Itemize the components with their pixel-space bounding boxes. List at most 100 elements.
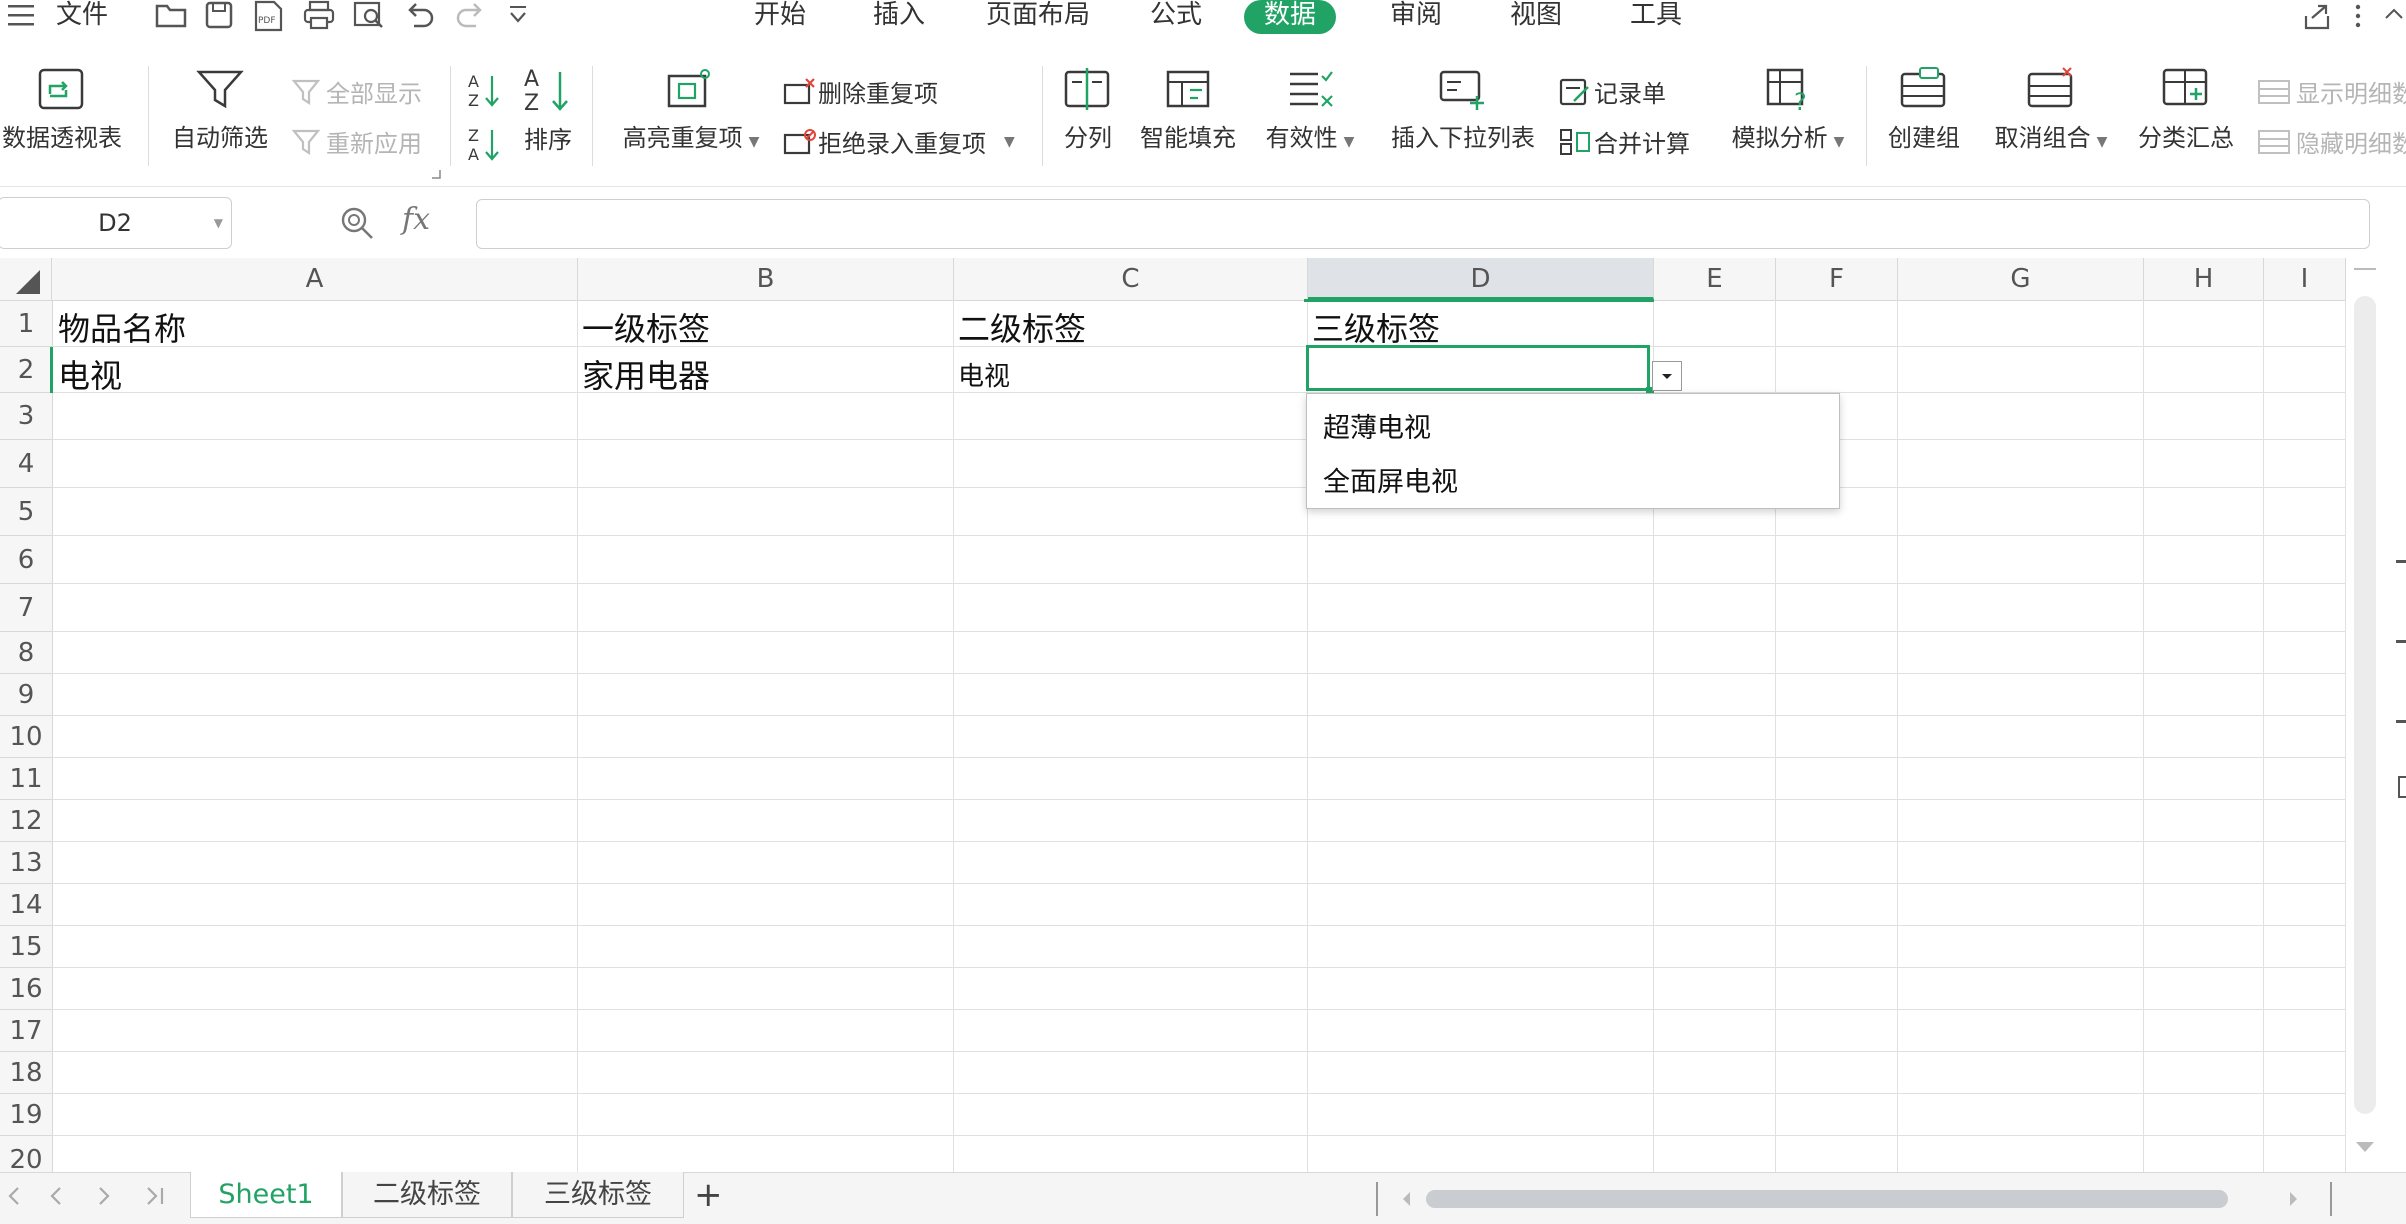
row-header-12[interactable]: 12 [0,800,52,842]
scroll-left-icon[interactable] [1400,1190,1414,1208]
split-column-button[interactable]: 分列 [1056,66,1120,153]
scroll-right-icon[interactable] [2286,1190,2300,1208]
column-header-c[interactable]: C [954,258,1308,300]
row-header-10[interactable]: 10 [0,716,52,758]
create-group-button[interactable]: 创建组 [1880,66,1968,153]
cell-c1[interactable]: 二级标签 [958,304,1086,350]
highlight-duplicates-button[interactable]: 高亮重复项 ▼ [614,66,768,153]
dropdown-option-full-screen-tv[interactable]: 全面屏电视 [1323,460,1458,499]
dropdown-option-ultra-thin-tv[interactable]: 超薄电视 [1323,406,1431,445]
row-header-5[interactable]: 5 [0,488,52,536]
cell-b1[interactable]: 一级标签 [582,304,710,350]
horizontal-scrollbar-thumb[interactable] [1426,1190,2228,1208]
row-header-16[interactable]: 16 [0,968,52,1010]
pivot-table-button[interactable]: 数据透视表 [0,66,124,153]
sheet-tab-level3[interactable]: 三级标签 [512,1172,684,1218]
tab-tools[interactable]: 工具 [1630,0,1682,34]
tab-view[interactable]: 视图 [1510,0,1562,34]
column-header-h[interactable]: H [2144,258,2264,300]
auto-filter-button[interactable]: 自动筛选 [168,66,272,153]
column-header-b[interactable]: B [578,258,954,300]
last-sheet-icon[interactable] [142,1184,168,1208]
print-icon[interactable] [302,0,336,30]
prev-sheet-icon[interactable] [46,1184,66,1208]
undo-icon[interactable] [404,0,436,30]
row-header-17[interactable]: 17 [0,1010,52,1052]
cell-b2[interactable]: 家用电器 [582,351,710,397]
ungroup-button[interactable]: 取消组合 ▼ [1986,66,2116,153]
scrollbar-top-button[interactable] [2354,268,2376,280]
smart-fill-button[interactable]: 智能填充 [1136,66,1240,153]
insert-dropdown-list-button[interactable]: 插入下拉列表 [1388,66,1538,153]
row-header-14[interactable]: 14 [0,884,52,926]
column-header-g[interactable]: G [1898,258,2144,300]
name-box[interactable]: D2 ▼ [0,197,232,249]
cell-c2[interactable]: 电视 [958,356,1010,393]
selected-cell-d2[interactable] [1306,345,1650,391]
reapply-button[interactable]: 重新应用 [290,124,422,159]
column-header-a[interactable]: A [52,258,578,300]
export-pdf-icon[interactable]: PDF [252,0,284,32]
row-header-4[interactable]: 4 [0,440,52,488]
row-header-15[interactable]: 15 [0,926,52,968]
chevron-down-icon[interactable]: ▼ [214,198,223,248]
formula-input[interactable] [476,199,2370,249]
record-form-button[interactable]: 记录单 [1558,74,1666,109]
row-header-7[interactable]: 7 [0,584,52,632]
tab-data[interactable]: 数据 [1244,0,1337,34]
next-sheet-icon[interactable] [94,1184,114,1208]
show-detail-button[interactable]: 显示明细数据 [2256,74,2406,109]
hide-detail-button[interactable]: 隐藏明细数据 [2256,124,2406,159]
share-icon[interactable] [2302,2,2332,32]
dialog-launcher-icon[interactable] [430,168,442,180]
tab-start[interactable]: 开始 [754,0,806,34]
row-header-2[interactable]: 2 [0,347,52,393]
row-header-18[interactable]: 18 [0,1052,52,1094]
row-header-6[interactable]: 6 [0,536,52,584]
tab-review[interactable]: 审阅 [1390,0,1442,34]
customize-toolbar-icon[interactable] [506,2,530,28]
row-header-8[interactable]: 8 [0,632,52,674]
cell-dropdown-button[interactable] [1652,361,1682,391]
row-header-13[interactable]: 13 [0,842,52,884]
row-header-20[interactable]: 20 [0,1136,52,1174]
redo-icon[interactable] [454,0,486,30]
tab-insert[interactable]: 插入 [873,0,925,34]
scrollbar-splitter[interactable] [1376,1182,1378,1216]
tab-page-layout[interactable]: 页面布局 [986,0,1090,34]
show-all-button[interactable]: 全部显示 [290,74,422,109]
cell-a1[interactable]: 物品名称 [58,304,186,350]
column-header-e[interactable]: E [1654,258,1776,300]
fx-insert-function-icon[interactable]: fx [402,202,430,237]
sheet-tab-sheet1[interactable]: Sheet1 [190,1172,342,1218]
tab-formulas[interactable]: 公式 [1150,0,1202,34]
first-sheet-icon[interactable] [4,1184,24,1208]
cell-d1[interactable]: 三级标签 [1312,304,1440,350]
zoom-function-icon[interactable] [338,204,376,242]
more-options-icon[interactable] [2352,2,2364,30]
file-menu[interactable]: 文件 [56,0,108,34]
sort-ascending-icon[interactable]: AZ [466,70,502,110]
vertical-scrollbar-thumb[interactable] [2354,296,2376,1114]
collapse-ribbon-icon[interactable] [2384,4,2404,24]
row-header-1[interactable]: 1 [0,301,52,347]
sort-button[interactable]: AZ 排序 [518,66,578,155]
validity-button[interactable]: 有效性 ▼ [1258,66,1362,153]
scroll-down-icon[interactable] [2356,1142,2374,1152]
reject-duplicates-button[interactable]: 拒绝录入重复项 ▼ [782,124,1015,159]
print-preview-icon[interactable] [352,0,386,30]
column-header-d[interactable]: D [1308,258,1654,300]
row-header-11[interactable]: 11 [0,758,52,800]
consolidate-button[interactable]: 合并计算 [1558,124,1690,159]
save-icon[interactable] [204,0,234,30]
column-header-i[interactable]: I [2264,258,2346,300]
open-folder-icon[interactable] [154,0,188,30]
select-all-corner[interactable] [0,258,52,300]
add-sheet-button[interactable]: + [694,1172,723,1218]
scrollbar-splitter[interactable] [2330,1182,2332,1216]
remove-duplicates-button[interactable]: 删除重复项 [782,74,938,109]
row-header-19[interactable]: 19 [0,1094,52,1136]
sort-descending-icon[interactable]: ZA [466,124,502,164]
hamburger-menu-icon[interactable] [6,2,36,28]
what-if-analysis-button[interactable]: ? 模拟分析 ▼ [1722,66,1854,153]
